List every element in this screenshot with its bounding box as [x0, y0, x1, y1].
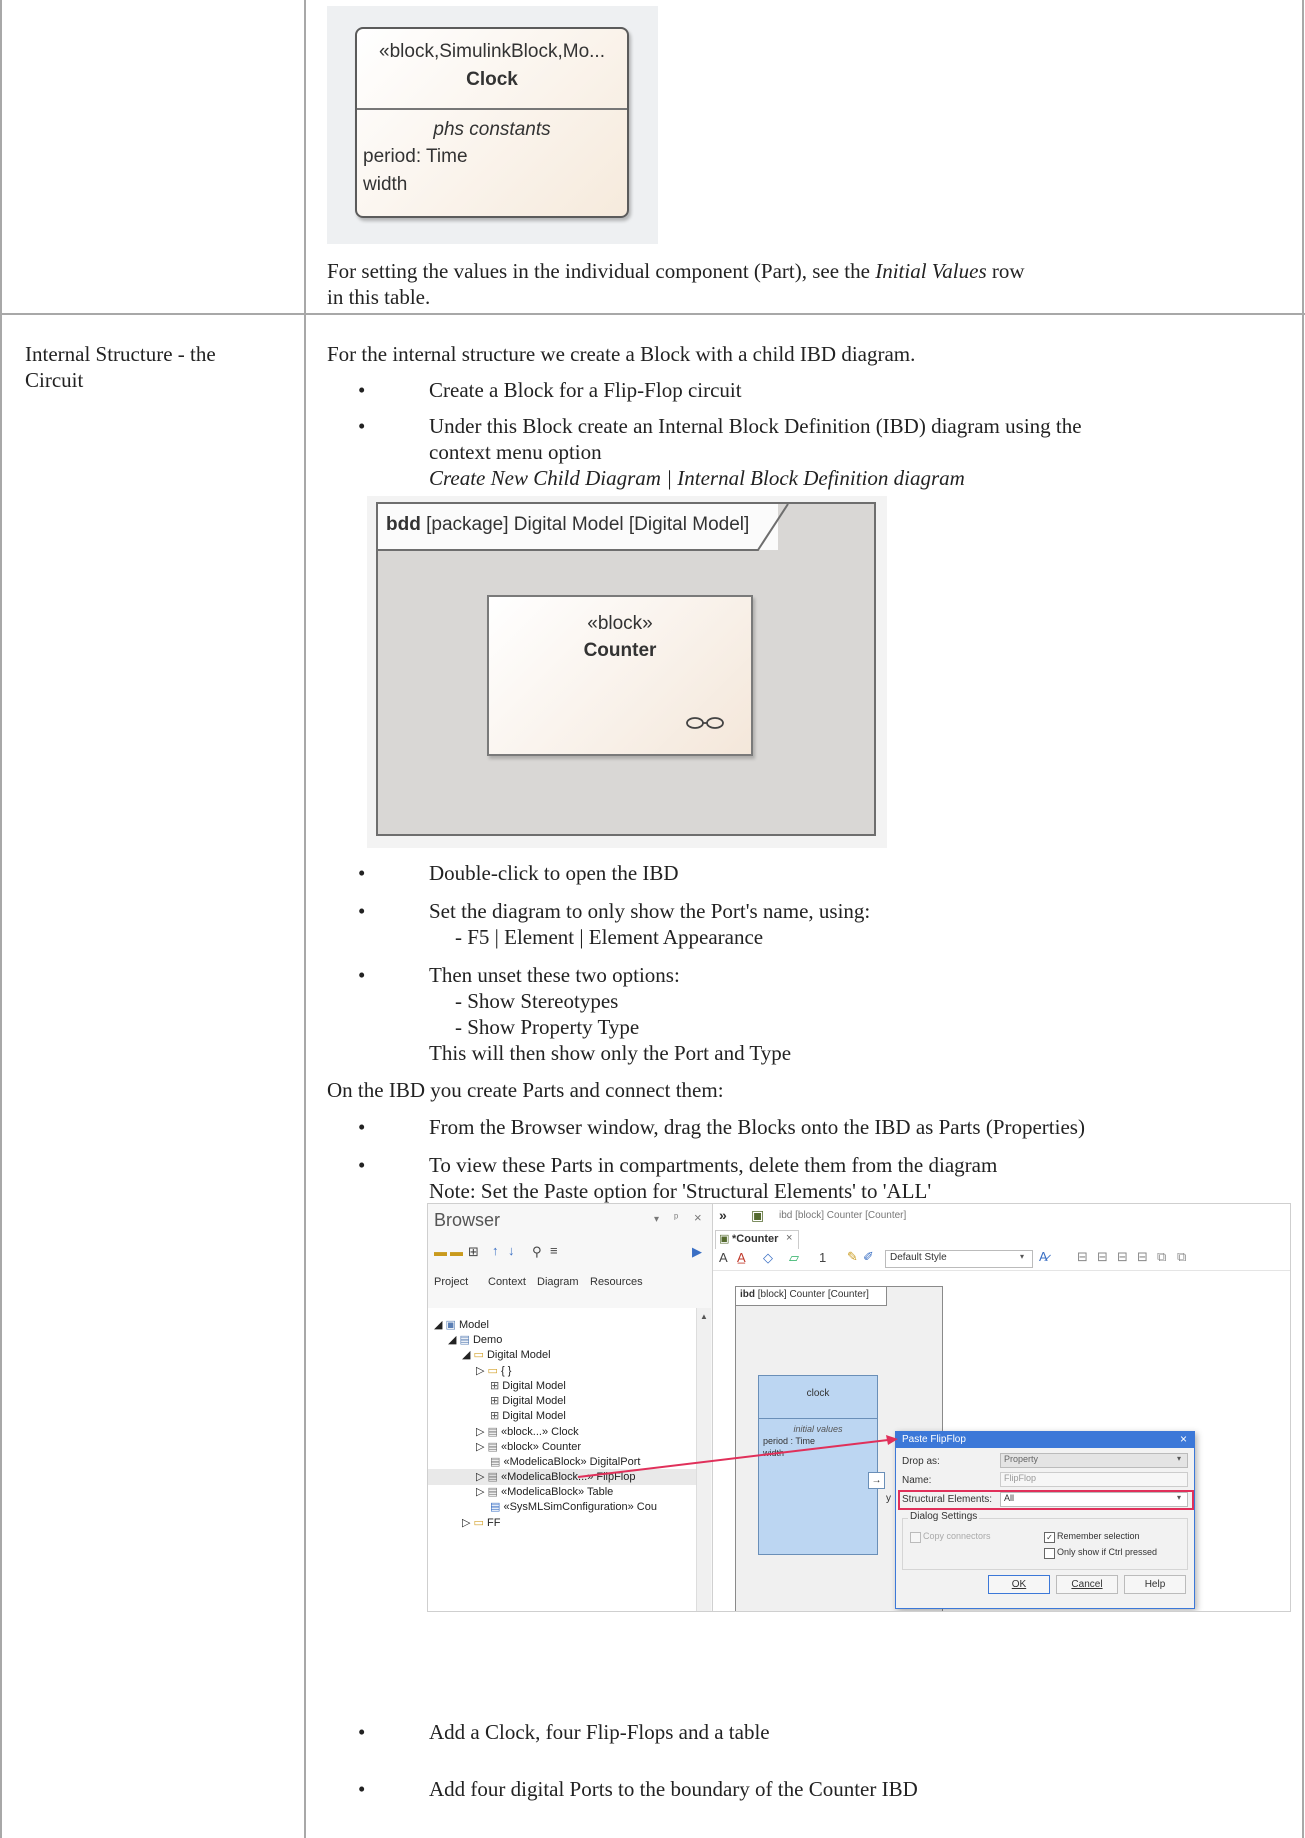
- bullet-text: Create a Block for a Flip-Flop circuit: [429, 378, 742, 402]
- bullet-text: Add four digital Ports to the boundary o…: [429, 1777, 918, 1801]
- table-row-divider: [0, 313, 1305, 315]
- bullet-dot: •: [358, 1115, 366, 1139]
- para-text-end: row: [986, 259, 1025, 283]
- bdd-diagram-image: bdd [package] Digital Model [Digital Mod…: [367, 496, 887, 848]
- ea-screenshot: Browser ▾ ᵖ × ▬ ▬ ⊞ ↑ ↓ ⚲ ≡ ▶ Project Co…: [427, 1203, 1291, 1612]
- bullet-text: To view these Parts in compartments, del…: [429, 1153, 998, 1177]
- row-label-2: Circuit: [25, 368, 84, 392]
- intro-paragraph: For the internal structure we create a B…: [327, 342, 916, 366]
- table-left-border: [0, 0, 2, 1838]
- clock-attr: width: [363, 174, 408, 195]
- bullet-subline: - F5 | Element | Element Appearance: [455, 925, 764, 949]
- bdd-frame-label-box: bdd [package] Digital Model [Digital Mod…: [378, 504, 789, 551]
- clock-block: «block,SimulinkBlock,Mo... Clock phs con…: [355, 27, 629, 218]
- bullet-text: Then unset these two options:: [429, 963, 680, 987]
- bullet-dot: •: [358, 861, 366, 885]
- bdd-title-text: [package] Digital Model [Digital Model]: [420, 514, 750, 535]
- composite-icon: [686, 717, 724, 729]
- bullet-text: From the Browser window, drag the Blocks…: [429, 1115, 1085, 1139]
- clock-compartment-title: phs constants: [433, 119, 551, 140]
- highlight-arrow: [577, 1435, 898, 1478]
- clock-attr: period: Time: [363, 146, 468, 167]
- clock-stereotype: «block,SimulinkBlock,Mo...: [379, 41, 605, 62]
- bullet-dot: •: [358, 378, 366, 402]
- bullet-text: Add a Clock, four Flip-Flops and a table: [429, 1720, 770, 1744]
- bullet-dot: •: [358, 963, 366, 987]
- para-text: For setting the values in the individual…: [327, 259, 876, 283]
- counter-block: «block» Counter: [487, 595, 753, 756]
- initial-values-line2: in this table.: [327, 285, 431, 309]
- bullet-text: Double-click to open the IBD: [429, 861, 679, 885]
- clock-divider: [357, 108, 627, 110]
- bullet-text-cont: This will then show only the Port and Ty…: [429, 1041, 792, 1065]
- bdd-title: bdd [package] Digital Model [Digital Mod…: [386, 514, 749, 536]
- bdd-frame: bdd [package] Digital Model [Digital Mod…: [376, 502, 876, 836]
- bullet-dot: •: [358, 899, 366, 923]
- bullet-dot: •: [358, 1777, 366, 1801]
- bullet-subline: - Show Stereotypes: [455, 989, 619, 1013]
- bullet-text: Set the diagram to only show the Port's …: [429, 899, 871, 923]
- counter-name: Counter: [583, 640, 657, 661]
- bullet-text-cont: context menu option: [429, 440, 602, 464]
- clock-name: Clock: [466, 69, 518, 90]
- bullet-text-italic: Create New Child Diagram | Internal Bloc…: [429, 466, 965, 490]
- bullet-text: Under this Block create an Internal Bloc…: [429, 414, 1082, 438]
- initial-values-paragraph: For setting the values in the individual…: [327, 258, 1287, 284]
- table-right-border: [1302, 0, 1304, 1838]
- bdd-keyword: bdd: [386, 514, 421, 535]
- parts-intro: On the IBD you create Parts and connect …: [327, 1078, 724, 1102]
- row-label: Internal Structure - the: [25, 342, 216, 366]
- bullet-dot: •: [358, 414, 366, 438]
- bullet-text-cont: Note: Set the Paste option for 'Structur…: [429, 1179, 932, 1203]
- para-italic: Initial Values: [875, 259, 987, 283]
- clock-image-panel: «block,SimulinkBlock,Mo... Clock phs con…: [327, 6, 658, 244]
- bullet-dot: •: [358, 1153, 366, 1177]
- counter-stereotype: «block»: [587, 613, 653, 634]
- bullet-dot: •: [358, 1720, 366, 1744]
- bullet-subline: - Show Property Type: [455, 1015, 640, 1039]
- table-column-divider: [304, 0, 306, 1838]
